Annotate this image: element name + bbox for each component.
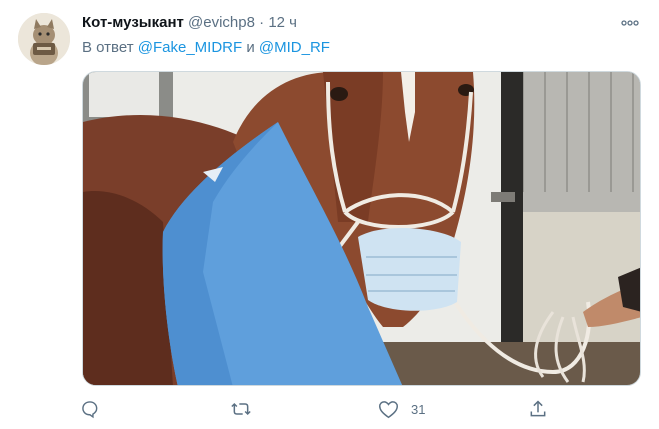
retweet-button[interactable] (230, 396, 252, 422)
like-button[interactable]: 31 (378, 396, 425, 422)
share-icon (530, 400, 546, 417)
mention-joiner: и (246, 39, 255, 56)
like-count: 31 (411, 401, 426, 417)
share-button[interactable] (528, 396, 548, 422)
tweet-photo[interactable] (82, 71, 641, 386)
more-options-button[interactable] (619, 13, 641, 33)
reply-to-line: В ответ @Fake_MIDRF и @MID_RF (82, 38, 330, 58)
avatar[interactable] (18, 13, 70, 65)
horse-photo (83, 72, 640, 385)
separator-dot: · (259, 14, 265, 31)
author-handle[interactable]: @evichp8 (188, 14, 255, 31)
reply-button[interactable] (80, 396, 100, 422)
tweet-header: Кот-музыкант @evichp8 · 12 ч (82, 13, 297, 33)
tweet-time[interactable]: 12 ч (268, 14, 297, 31)
cat-avatar-image (18, 13, 70, 65)
more-icon (621, 20, 639, 26)
reply-prefix: В ответ (82, 39, 134, 56)
mention-link[interactable]: @MID_RF (259, 39, 330, 56)
reply-icon (82, 401, 98, 419)
like-icon (379, 401, 398, 419)
author-name[interactable]: Кот-музыкант (82, 14, 184, 31)
retweet-icon (231, 402, 251, 416)
mention-link[interactable]: @Fake_MIDRF (138, 39, 242, 56)
tweet-actions: 31 (80, 396, 560, 422)
